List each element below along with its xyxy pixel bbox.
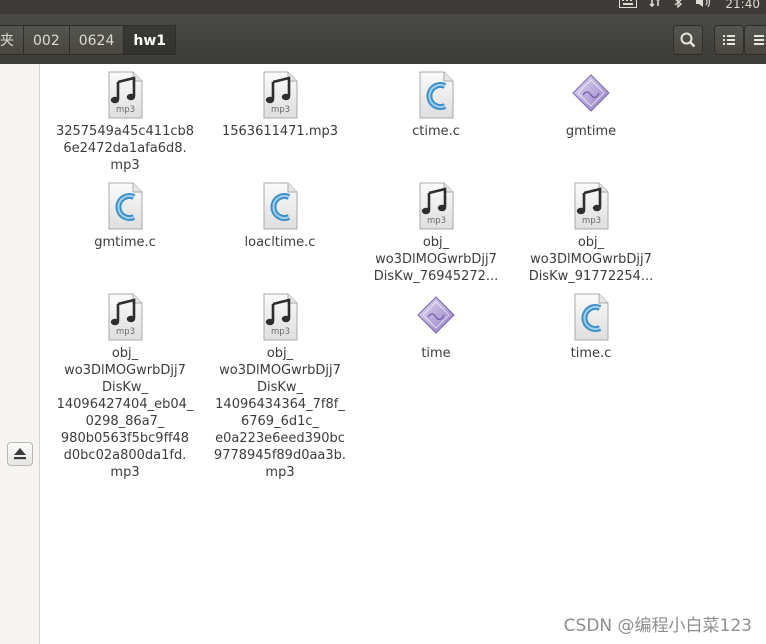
breadcrumb: 夹 002 0624 hw1 (0, 25, 177, 57)
svg-text:mp3: mp3 (582, 216, 601, 226)
file-item[interactable]: mp3 3257549a45c411cb8 6e2472da1afa6d8. mp… (50, 71, 200, 174)
mp3-audio-icon: mp3 (416, 182, 456, 230)
volume-icon[interactable] (695, 0, 713, 11)
search-button[interactable] (673, 25, 703, 55)
svg-text:mp3: mp3 (427, 216, 446, 226)
network-icon[interactable] (649, 0, 661, 11)
svg-text:mp3: mp3 (271, 105, 290, 115)
file-item[interactable]: time.c (516, 293, 666, 362)
svg-text:mp3: mp3 (116, 105, 135, 115)
file-name-label: 1563611471.mp3 (221, 124, 339, 139)
file-name-label: gmtime.c (94, 235, 156, 250)
search-icon (680, 32, 696, 48)
csdn-watermark: CSDN @编程小白菜123 (563, 616, 752, 636)
mp3-audio-icon: mp3 (105, 293, 145, 341)
places-sidebar (0, 64, 40, 644)
c-source-icon (105, 182, 145, 230)
file-name-label: loacltime.c (244, 235, 316, 250)
c-source-icon (571, 293, 611, 341)
breadcrumb-item-parent[interactable]: 夹 (0, 25, 24, 55)
system-tray: 21:40 (619, 0, 760, 11)
list-view-button[interactable] (714, 25, 744, 55)
file-name-label: time.c (570, 346, 612, 361)
keyboard-icon[interactable] (619, 0, 638, 11)
file-name-label: gmtime (565, 124, 617, 139)
file-item[interactable]: mp3 obj_ wo3DlMOGwrbDjj7 DisKw_91772254..… (516, 182, 666, 285)
mp3-audio-icon: mp3 (105, 71, 145, 119)
file-item[interactable]: gmtime.c (50, 182, 200, 251)
file-item[interactable]: mp3 1563611471.mp3 (205, 71, 355, 140)
file-icon-view: mp3 3257549a45c411cb8 6e2472da1afa6d8. mp… (40, 64, 766, 644)
c-source-icon (260, 182, 300, 230)
file-name-label: obj_ wo3DlMOGwrbDjj7 DisKw_91772254... (528, 235, 654, 284)
view-options-button[interactable] (744, 25, 766, 55)
svg-text:mp3: mp3 (271, 327, 290, 337)
mp3-audio-icon: mp3 (260, 71, 300, 119)
svg-text:mp3: mp3 (116, 327, 135, 337)
clock-time[interactable]: 21:40 (725, 0, 760, 11)
file-item[interactable]: time (361, 293, 511, 362)
file-name-label: obj_ wo3DlMOGwrbDjj7 DisKw_76945272... (373, 235, 499, 284)
system-top-panel: 21:40 (0, 0, 766, 14)
file-name-label: obj_ wo3DlMOGwrbDjj7 DisKw_ 14096427404_… (56, 346, 194, 480)
file-item[interactable]: mp3 obj_ wo3DlMOGwrbDjj7 DisKw_ 140964343… (205, 293, 355, 481)
mp3-audio-icon: mp3 (260, 293, 300, 341)
executable-icon (416, 293, 456, 341)
file-item[interactable]: mp3 obj_ wo3DlMOGwrbDjj7 DisKw_76945272..… (361, 182, 511, 285)
file-item[interactable]: gmtime (516, 71, 666, 140)
bluetooth-icon[interactable] (673, 0, 683, 11)
file-name-label: ctime.c (412, 124, 460, 139)
breadcrumb-item-hw1[interactable]: hw1 (124, 25, 177, 55)
file-manager-toolbar: 夹 002 0624 hw1 (0, 14, 766, 64)
mp3-audio-icon: mp3 (571, 182, 611, 230)
file-item[interactable]: mp3 obj_ wo3DlMOGwrbDjj7 DisKw_ 140964274… (50, 293, 200, 481)
menu-icon (754, 35, 764, 45)
breadcrumb-item-002[interactable]: 002 (24, 25, 70, 55)
file-item[interactable]: loacltime.c (205, 182, 355, 251)
eject-icon (14, 448, 26, 460)
eject-button[interactable] (7, 442, 33, 466)
breadcrumb-item-0624[interactable]: 0624 (69, 25, 125, 55)
file-name-label: time (421, 346, 451, 361)
executable-icon (571, 71, 611, 119)
file-name-label: 3257549a45c411cb8 6e2472da1afa6d8. mp3 (55, 124, 195, 173)
list-view-icon (723, 35, 735, 45)
file-name-label: obj_ wo3DlMOGwrbDjj7 DisKw_ 14096434364_… (213, 346, 347, 480)
file-item[interactable]: ctime.c (361, 71, 511, 140)
c-source-icon (416, 71, 456, 119)
